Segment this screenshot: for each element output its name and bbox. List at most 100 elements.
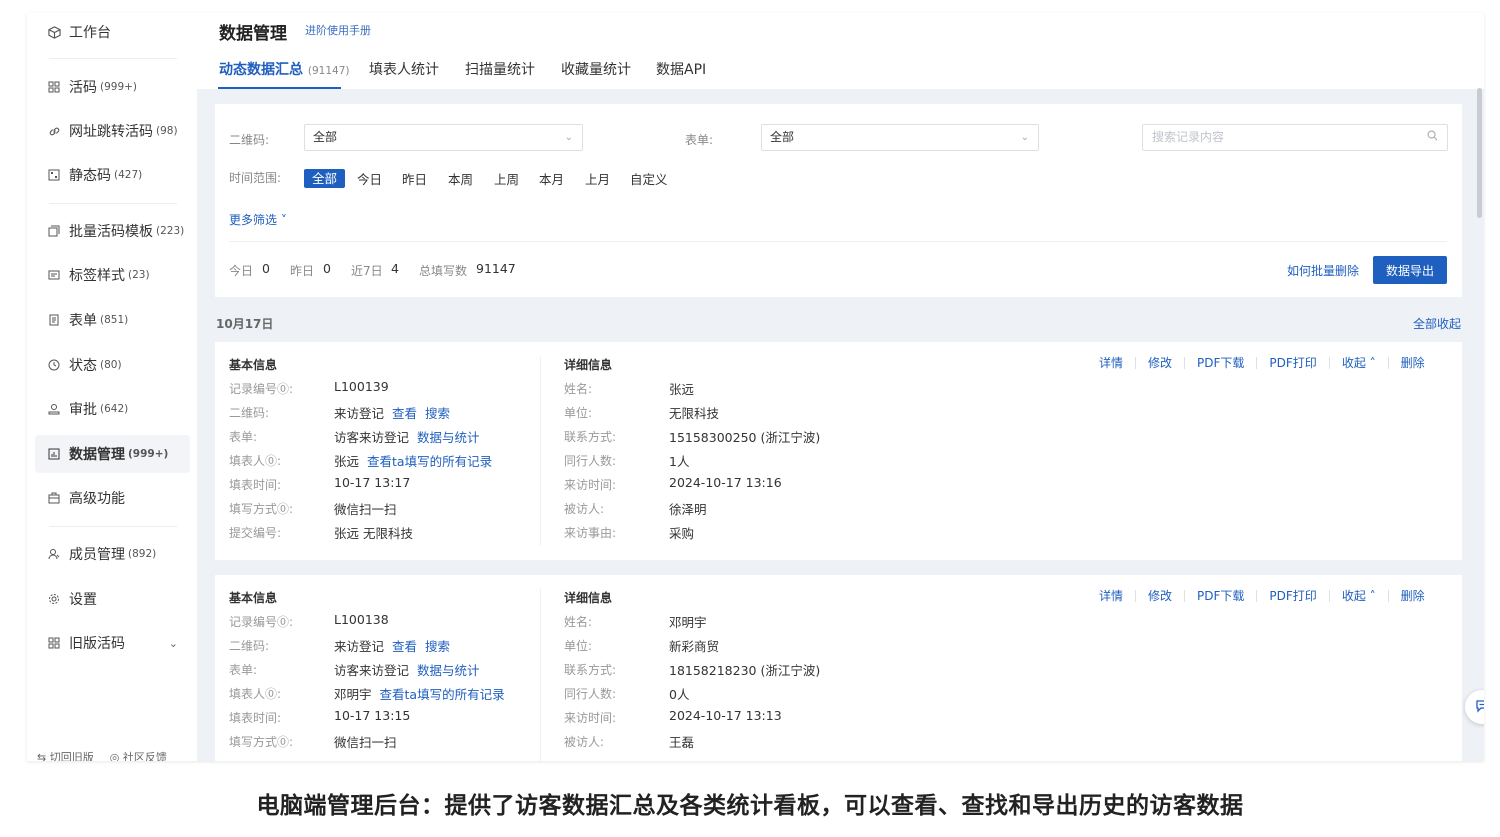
field-value: 访客来访登记 数据与统计 xyxy=(334,660,480,679)
field-value: 张远 xyxy=(669,382,695,397)
pdf-download-button[interactable]: PDF下载 xyxy=(1185,587,1256,604)
stat-week-label: 近7日 xyxy=(351,264,383,278)
sidebar-item-approval[interactable]: 审批 (642) xyxy=(35,390,190,428)
scrollbar[interactable] xyxy=(1477,88,1482,218)
sidebar-item-label-style[interactable]: 标签样式 (23) xyxy=(35,256,190,294)
more-filters-link[interactable]: 更多筛选 ˅ xyxy=(229,211,287,228)
sidebar-item-forms[interactable]: 表单 (851) xyxy=(35,301,190,339)
page-header: 数据管理 进阶使用手册 动态数据汇总 (91147) 填表人统计 扫描量统计 收… xyxy=(197,13,1484,89)
field-value: 微信扫一扫 xyxy=(334,735,397,750)
tab-dynamic-summary[interactable]: 动态数据汇总 (91147) xyxy=(219,59,349,79)
view-qr-link[interactable]: 查看 xyxy=(392,639,417,654)
community-feedback-link[interactable]: ◎ 社区反馈 xyxy=(110,749,167,761)
edit-button[interactable]: 修改 xyxy=(1136,354,1184,371)
sidebar-item-label: 标签样式 xyxy=(69,268,125,284)
view-qr-link[interactable]: 查看 xyxy=(392,406,417,421)
detail-info-title: 详细信息 xyxy=(564,591,613,605)
field-value: 王磊 xyxy=(669,735,695,750)
sidebar-item-batch-template[interactable]: 批量活码模板 (223) xyxy=(35,212,190,250)
tab-filler-stats[interactable]: 填表人统计 xyxy=(369,59,439,79)
sidebar-item-label: 表单 xyxy=(69,313,97,329)
sidebar-item-data-management[interactable]: 数据管理 (999+) xyxy=(35,435,190,473)
field-label: 提交编号: xyxy=(229,526,282,540)
sidebar-divider xyxy=(49,526,177,527)
divider xyxy=(229,241,1447,242)
batch-delete-help-link[interactable]: 如何批量删除 xyxy=(1287,262,1359,279)
record-actions: 详情 修改 PDF下载 PDF打印 收起 ˄ 删除 xyxy=(1087,587,1437,604)
caption: 电脑端管理后台：提供了访客数据汇总及各类统计看板，可以查看、查找和导出历史的访客… xyxy=(256,793,1244,819)
chat-support-button[interactable] xyxy=(1465,690,1484,724)
sidebar-item-advanced[interactable]: 高级功能 xyxy=(35,479,190,517)
basic-info-title: 基本信息 xyxy=(229,358,278,372)
field-value: 采购 xyxy=(669,526,695,541)
sidebar-item-count: (80) xyxy=(100,359,122,371)
pdf-print-button[interactable]: PDF打印 xyxy=(1257,354,1328,371)
sidebar-item-status[interactable]: 状态 (80) xyxy=(35,346,190,384)
field-label: 被访人: xyxy=(564,502,605,516)
search-input[interactable]: 搜索记录内容 xyxy=(1142,124,1448,151)
sidebar: 工作台 活码 (999+) 网址跳转活码 (98) 静态码 (427) 批量活码… xyxy=(27,13,197,761)
tab-data-api[interactable]: 数据API xyxy=(656,59,706,79)
time-option-custom[interactable]: 自定义 xyxy=(630,169,668,188)
details-button[interactable]: 详情 xyxy=(1087,587,1135,604)
collapse-button[interactable]: 收起 ˄ xyxy=(1330,587,1388,604)
chevron-down-icon: ⌄ xyxy=(564,132,573,143)
field-value: 微信扫一扫 xyxy=(334,502,397,517)
time-option-last-week[interactable]: 上周 xyxy=(494,169,519,188)
tab-scan-stats[interactable]: 扫描量统计 xyxy=(465,59,535,79)
sidebar-footer: ⇆ 切回旧版 ◎ 社区反馈 xyxy=(27,749,197,761)
delete-button[interactable]: 删除 xyxy=(1389,354,1437,371)
sidebar-item-settings[interactable]: 设置 xyxy=(35,580,190,618)
filler-records-link[interactable]: 查看ta填写的所有记录 xyxy=(367,454,492,469)
sidebar-item-live-code[interactable]: 活码 (999+) xyxy=(35,68,190,106)
stat-today-label: 今日 xyxy=(229,264,254,278)
sidebar-item-url-redirect[interactable]: 网址跳转活码 (98) xyxy=(35,112,190,150)
pdf-download-button[interactable]: PDF下载 xyxy=(1185,354,1256,371)
form-stats-link[interactable]: 数据与统计 xyxy=(417,430,480,445)
time-option-this-week[interactable]: 本周 xyxy=(448,169,473,188)
export-data-button[interactable]: 数据导出 xyxy=(1373,256,1447,284)
time-option-last-month[interactable]: 上月 xyxy=(585,169,610,188)
field-label: 姓名: xyxy=(564,382,593,396)
field-label: 同行人数: xyxy=(564,687,617,701)
field-label: 记录编号⓪: xyxy=(229,615,294,629)
details-button[interactable]: 详情 xyxy=(1087,354,1135,371)
sidebar-divider xyxy=(49,58,177,59)
pdf-print-button[interactable]: PDF打印 xyxy=(1257,587,1328,604)
tab-favorite-stats[interactable]: 收藏量统计 xyxy=(561,59,631,79)
sidebar-item-workbench[interactable]: 工作台 xyxy=(35,13,190,51)
sidebar-item-static-code[interactable]: 静态码 (427) xyxy=(35,156,190,194)
sidebar-item-members[interactable]: 成员管理 (892) xyxy=(35,535,190,573)
stat-yesterday-value: 0 xyxy=(323,261,331,276)
time-option-this-month[interactable]: 本月 xyxy=(539,169,564,188)
field-label: 二维码: xyxy=(229,406,270,420)
edit-button[interactable]: 修改 xyxy=(1136,587,1184,604)
field-label: 来访时间: xyxy=(564,711,617,725)
search-qr-link[interactable]: 搜索 xyxy=(425,406,450,421)
collapse-all-link[interactable]: 全部收起 xyxy=(1413,315,1461,332)
form-stats-link[interactable]: 数据与统计 xyxy=(417,663,480,678)
time-option-all[interactable]: 全部 xyxy=(304,169,346,188)
time-option-yesterday[interactable]: 昨日 xyxy=(402,169,427,188)
search-placeholder: 搜索记录内容 xyxy=(1152,130,1225,144)
search-qr-link[interactable]: 搜索 xyxy=(425,639,450,654)
qr-filter-select[interactable]: 全部 ⌄ xyxy=(304,124,583,151)
sidebar-item-count: (851) xyxy=(100,314,129,326)
collapse-button[interactable]: 收起 ˄ xyxy=(1330,354,1388,371)
form-filter-select[interactable]: 全部 ⌄ xyxy=(761,124,1039,151)
label-style-icon xyxy=(47,268,61,282)
stat-total-label: 总填写数 xyxy=(419,264,468,278)
field-label: 单位: xyxy=(564,406,593,420)
filler-records-link[interactable]: 查看ta填写的所有记录 xyxy=(380,687,505,702)
field-value: 15158300250 (浙江宁波) xyxy=(669,430,821,445)
field-label: 填写方式⓪: xyxy=(229,735,294,749)
old-qr-icon xyxy=(47,636,61,650)
manual-link[interactable]: 进阶使用手册 xyxy=(305,22,371,38)
record-card: 基本信息 详细信息 详情 修改 PDF下载 PDF打印 收起 ˄ 删除 记录编号… xyxy=(215,342,1462,560)
switch-legacy-link[interactable]: ⇆ 切回旧版 xyxy=(37,749,94,761)
sidebar-item-legacy-code[interactable]: 旧版活码 ⌄ xyxy=(35,624,190,662)
delete-button[interactable]: 删除 xyxy=(1389,587,1437,604)
time-option-today[interactable]: 今日 xyxy=(357,169,382,188)
sidebar-item-label: 数据管理 xyxy=(69,447,125,463)
sidebar-item-count: (892) xyxy=(128,548,157,560)
